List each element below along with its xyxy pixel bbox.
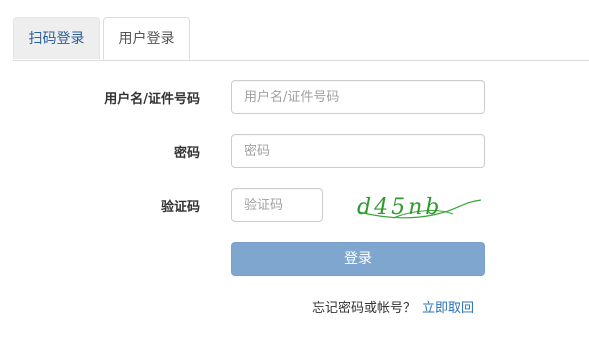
username-input[interactable] — [231, 80, 485, 114]
username-label: 用户名/证件号码 — [104, 92, 200, 107]
captcha-image[interactable]: d45nb — [353, 188, 483, 224]
login-button[interactable]: 登录 — [231, 242, 485, 276]
captcha-label: 验证码 — [160, 200, 200, 215]
reset-link[interactable]: 立即取回 — [422, 301, 474, 316]
forgot-row: 忘记密码或帐号？ 立即取回 — [312, 297, 474, 316]
login-tabs: 扫码登录 用户登录 — [13, 17, 589, 61]
tab-user-login[interactable]: 用户登录 — [103, 17, 190, 60]
captcha-input[interactable] — [231, 188, 323, 222]
password-label: 密码 — [173, 146, 200, 161]
captcha-text: d45nb — [357, 195, 442, 220]
password-input[interactable] — [231, 134, 485, 168]
forgot-text: 忘记密码或帐号？ — [312, 301, 417, 316]
tab-qr-login[interactable]: 扫码登录 — [13, 17, 100, 59]
